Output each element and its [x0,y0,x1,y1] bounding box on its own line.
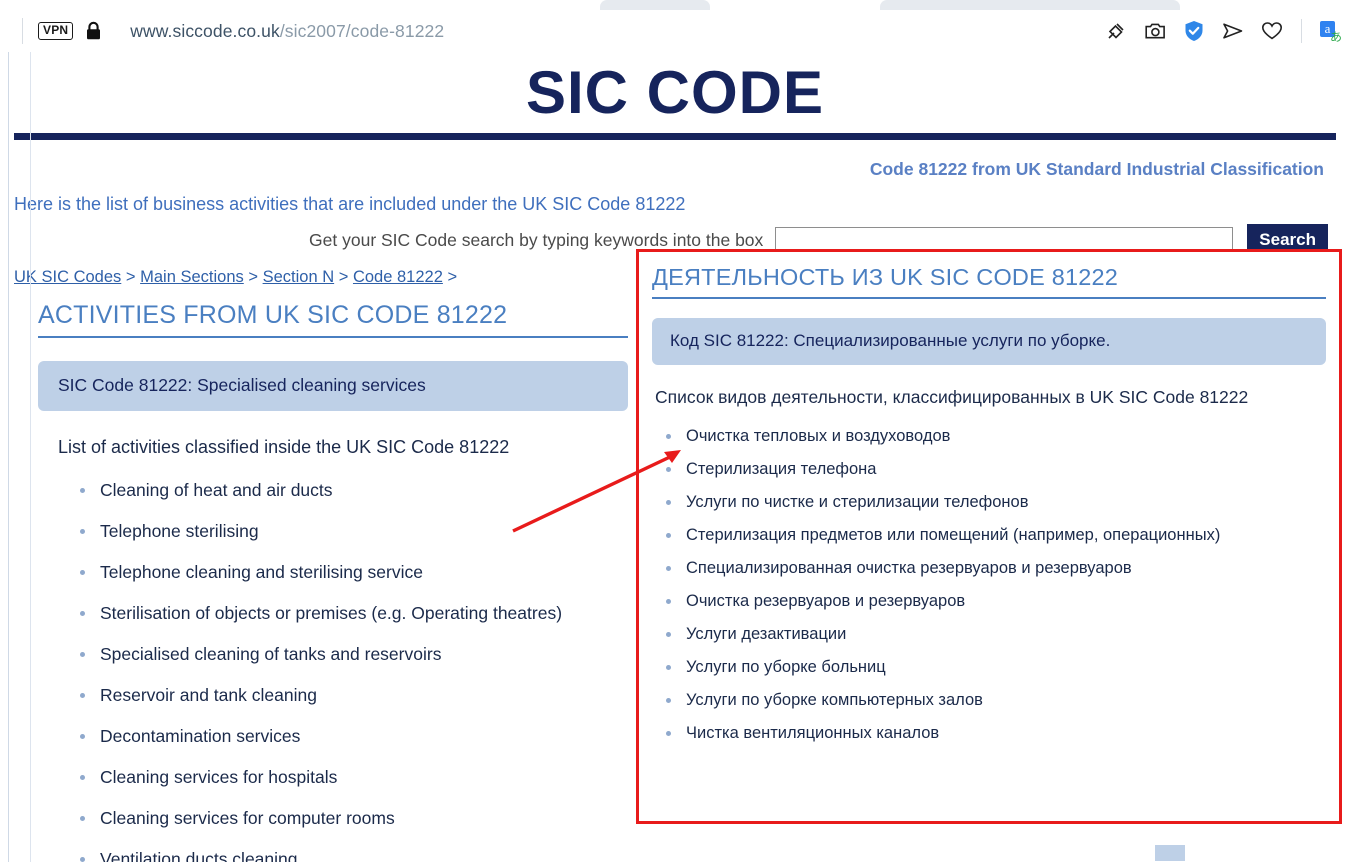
list-item: Услуги по уборке больниц [664,658,1326,677]
list-item: Reservoir and tank cleaning [78,685,628,705]
web-page-content: SIC CODE Code 81222 from UK Standard Ind… [0,52,1350,862]
translated-list-intro: Список видов деятельности, классифициров… [655,387,1249,407]
breadcrumb-trailing-separator: > [447,268,458,286]
browser-tab-stub[interactable] [600,0,710,10]
activities-panel-heading: ACTIVITIES FROM UK SIC CODE 81222 [38,301,628,338]
translated-panel-heading: ДЕЯТЕЛЬНОСТЬ ИЗ UK SIC CODE 81222 [652,264,1326,299]
url-text[interactable]: www.siccode.co.uk/sic2007/code-81222 [130,21,444,42]
browser-address-bar[interactable]: VPN www.siccode.co.uk/sic2007/code-81222 [0,10,1350,53]
breadcrumb-item-code-81222[interactable]: Code 81222 [353,268,443,286]
lock-icon [85,21,102,41]
vpn-badge[interactable]: VPN [38,22,74,40]
breadcrumb-separator: > [125,268,136,286]
title-divider [14,133,1336,140]
list-item: Cleaning services for computer rooms [78,808,628,828]
translate-japanese-glyph: あ [1329,30,1342,44]
content-columns: ACTIVITIES FROM UK SIC CODE 81222 SIC Co… [0,249,1350,862]
browser-tab-stub[interactable] [880,0,1180,10]
translated-activities-list: Очистка тепловых и воздуховодов Стерилиз… [652,427,1326,743]
list-item: Стерилизация предметов или помещений (на… [664,526,1326,545]
sic-code-highlight-box: SIC Code 81222: Specialised cleaning ser… [38,361,628,411]
translated-panel-callout: ДЕЯТЕЛЬНОСТЬ ИЗ UK SIC CODE 81222 Код SI… [636,249,1342,824]
breadcrumb-item-section-n[interactable]: Section N [263,268,335,286]
list-item: Специализированная очистка резервуаров и… [664,559,1326,578]
pin-icon[interactable] [1105,20,1127,42]
page-intro-text: Here is the list of business activities … [14,194,686,214]
activities-list: Cleaning of heat and air ducts Telephone… [38,480,628,862]
list-item: Ventilation ducts cleaning [78,849,628,862]
browser-tab-strip [0,0,1350,10]
list-item: Telephone cleaning and sterilising servi… [78,562,628,582]
list-item: Specialised cleaning of tanks and reserv… [78,644,628,664]
shield-check-icon[interactable] [1183,20,1205,42]
list-item: Услуги дезактивации [664,625,1326,644]
breadcrumb-separator: > [248,268,258,286]
browser-toolbar-icons: a あ [1105,10,1342,52]
page-title: SIC CODE [525,59,825,126]
list-item: Чистка вентиляционных каналов [664,724,1326,743]
list-item: Cleaning of heat and air ducts [78,480,628,500]
heart-icon[interactable] [1261,20,1283,42]
translated-sic-code-highlight-box: Код SIC 81222: Специализированные услуги… [652,318,1326,365]
url-domain: www.siccode.co.uk [130,20,280,41]
list-item: Sterilisation of objects or premises (e.… [78,603,628,623]
breadcrumb-item-main-sections[interactable]: Main Sections [140,268,244,286]
page-footer-highlight-stub [1155,845,1185,861]
breadcrumb-separator: > [338,268,349,286]
toolbar-divider [1301,19,1302,43]
activities-panel-english: ACTIVITIES FROM UK SIC CODE 81222 SIC Co… [38,301,628,862]
list-item: Очистка тепловых и воздуховодов [664,427,1326,446]
activities-list-intro: List of activities classified inside the… [58,437,510,457]
list-item: Услуги по чистке и стерилизации телефоно… [664,493,1326,512]
send-icon[interactable] [1222,20,1244,42]
list-item: Очистка резервуаров и резервуаров [664,592,1326,611]
translated-panel-russian: ДЕЯТЕЛЬНОСТЬ ИЗ UK SIC CODE 81222 Код SI… [639,252,1339,743]
toolbar-divider [22,18,23,44]
list-item: Telephone sterilising [78,521,628,541]
page-subtitle: Code 81222 from UK Standard Industrial C… [869,159,1324,179]
list-item: Decontamination services [78,726,628,746]
url-path: /sic2007/code-81222 [279,20,445,41]
translate-icon[interactable]: a あ [1320,20,1342,44]
camera-icon[interactable] [1144,20,1166,42]
search-label: Get your SIC Code search by typing keywo… [309,230,764,250]
list-item: Cleaning services for hospitals [78,767,628,787]
list-item: Стерилизация телефона [664,460,1326,479]
list-item: Услуги по уборке компьютерных залов [664,691,1326,710]
